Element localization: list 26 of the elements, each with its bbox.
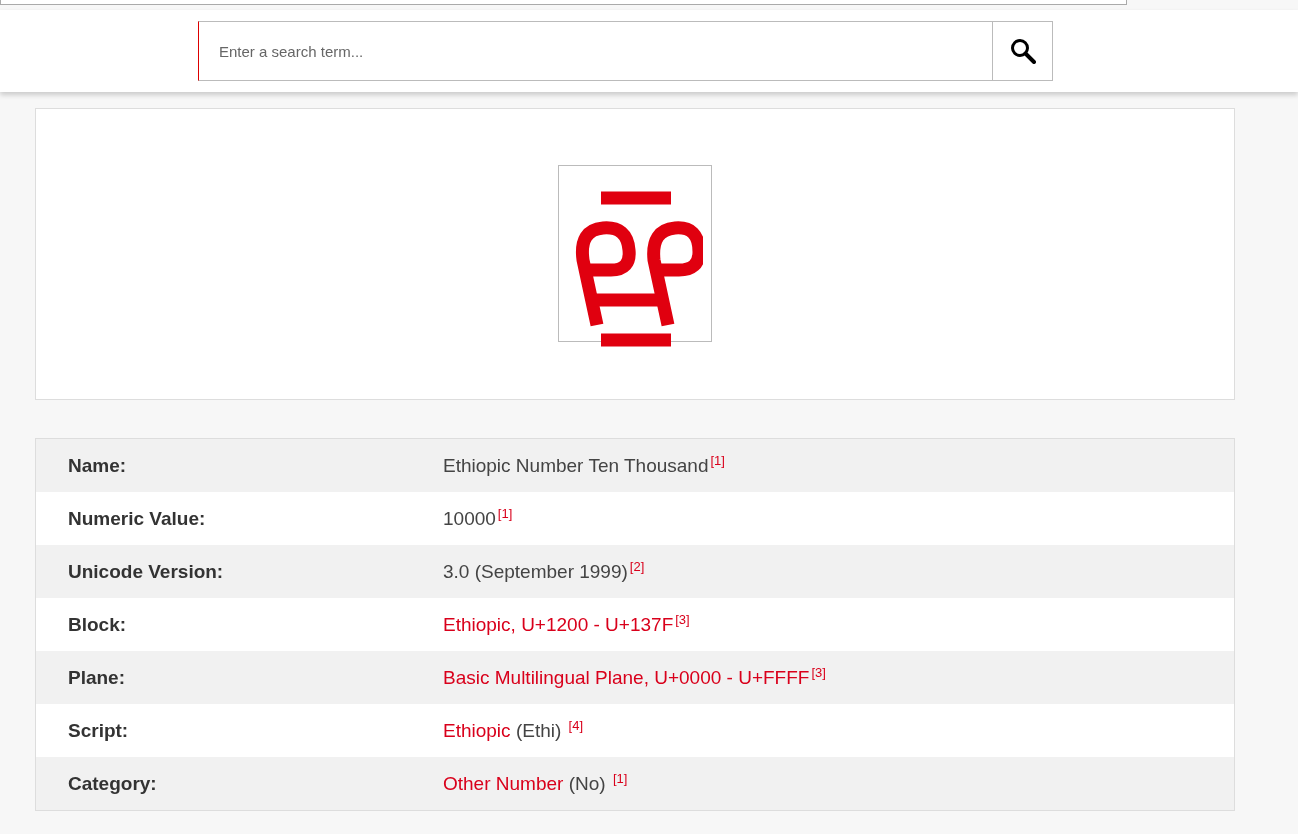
property-label: Block:: [67, 613, 128, 636]
property-label: Plane:: [67, 666, 127, 689]
value-link[interactable]: Ethiopic, U+1200 - U+137F: [443, 614, 674, 636]
value-link[interactable]: Basic Multilingual Plane, U+0000 - U+FFFF: [443, 667, 810, 689]
property-value: (Ethi): [514, 720, 563, 742]
property-value: 3.0 (September 1999): [443, 561, 628, 583]
property-label: Category:: [67, 772, 158, 795]
search-icon: [1009, 38, 1036, 64]
reference-link[interactable]: [1]: [497, 506, 513, 522]
property-label: Unicode Version:: [67, 560, 225, 583]
value-link[interactable]: Ethiopic: [443, 720, 511, 742]
value-link[interactable]: Other Number: [443, 773, 564, 795]
reference-link[interactable]: [3]: [675, 612, 690, 628]
reference-link[interactable]: [1]: [612, 771, 628, 787]
search-field[interactable]: Enter a search term...: [198, 21, 993, 81]
property-value: Ethiopic Number Ten Thousand: [443, 455, 709, 477]
property-label: Name:: [67, 454, 128, 477]
reference-link[interactable]: [4]: [568, 718, 584, 734]
property-value: 10000: [443, 508, 496, 530]
reference-link[interactable]: [3]: [811, 665, 826, 681]
property-value: (No): [567, 773, 607, 795]
reference-link[interactable]: [2]: [629, 559, 645, 575]
search-button[interactable]: [993, 21, 1053, 81]
reference-link[interactable]: [1]: [710, 453, 725, 469]
property-label: Script:: [67, 719, 130, 742]
property-label: Numeric Value:: [67, 507, 207, 530]
